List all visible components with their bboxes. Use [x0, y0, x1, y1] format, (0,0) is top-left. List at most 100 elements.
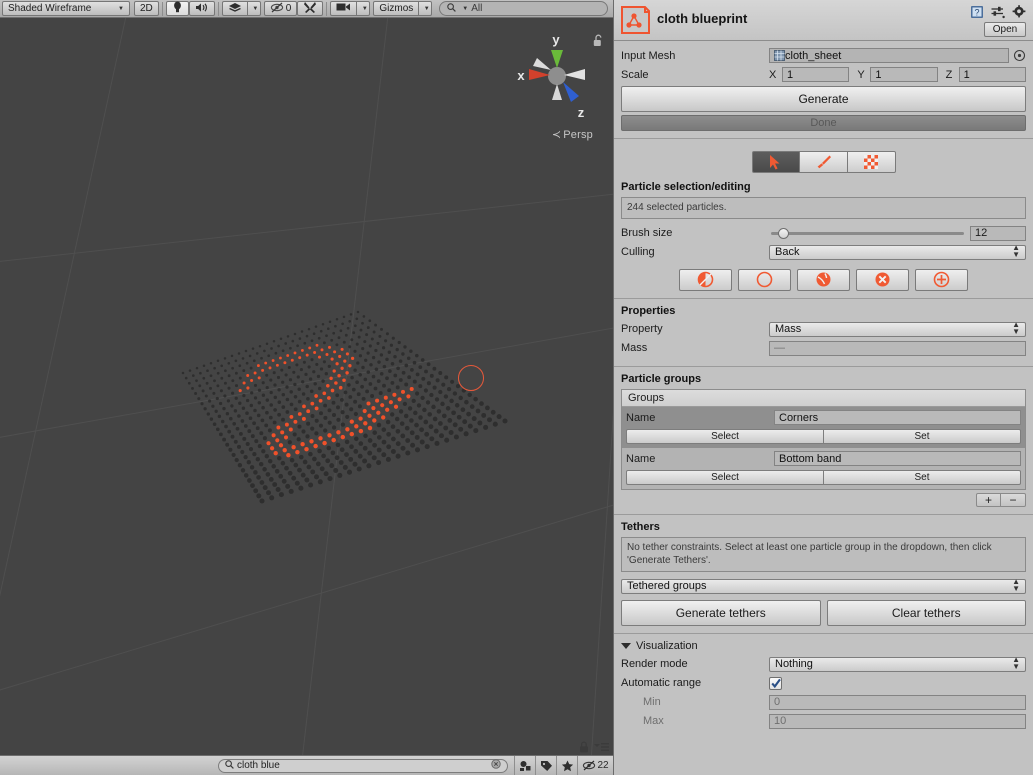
- scene-tools-button[interactable]: [297, 1, 324, 16]
- scene-camera-button[interactable]: [330, 1, 358, 16]
- max-field[interactable]: 10: [769, 713, 1026, 729]
- gizmos-group: Gizmos ▼: [373, 1, 433, 16]
- scene-search-input[interactable]: ▼ All: [439, 1, 608, 16]
- scene-viewport[interactable]: y x z ≺ Persp: [0, 18, 613, 755]
- culling-dropdown[interactable]: Back ▲ ▼: [769, 244, 1026, 260]
- group-name-row: Name Bottom band: [626, 451, 1021, 467]
- preset-icon[interactable]: [991, 6, 1005, 22]
- group-name-field[interactable]: Corners: [774, 410, 1021, 425]
- property-mode-button[interactable]: [847, 151, 896, 173]
- chevron-down-icon: ▼: [462, 5, 469, 12]
- input-mesh-field[interactable]: cloth_sheet: [769, 48, 1009, 63]
- tethered-groups-value: Tethered groups: [627, 580, 707, 592]
- camera-icon: [336, 2, 351, 15]
- min-field[interactable]: 0: [769, 694, 1026, 710]
- mass-value-field[interactable]: —: [769, 340, 1026, 356]
- effects-toggle-button[interactable]: [221, 1, 248, 16]
- remove-group-button[interactable]: −: [1001, 492, 1026, 507]
- axis-y-label: y: [552, 32, 560, 47]
- add-group-button[interactable]: +: [976, 492, 1001, 507]
- group-select-button[interactable]: Select: [626, 469, 824, 485]
- gear-icon[interactable]: [1012, 5, 1026, 22]
- brush-size-slider-handle[interactable]: [777, 227, 789, 239]
- property-mode-icon: [864, 155, 878, 169]
- culling-row: Culling Back ▲ ▼: [621, 244, 1026, 261]
- search-icon: [225, 759, 234, 772]
- clear-selection-button[interactable]: [738, 268, 791, 291]
- clear-tethers-button[interactable]: Clear tethers: [826, 599, 1026, 626]
- remove-particles-icon: [875, 272, 890, 287]
- select-mode-button[interactable]: [751, 151, 800, 173]
- cloth-particle-grid[interactable]: [0, 18, 613, 755]
- paint-mode-button[interactable]: [799, 151, 848, 173]
- group-select-button[interactable]: Select: [626, 428, 824, 444]
- gizmos-dropdown-button[interactable]: ▼: [419, 1, 433, 16]
- scale-x-field[interactable]: 1: [782, 67, 850, 82]
- generate-tethers-button[interactable]: Generate tethers: [621, 599, 821, 626]
- render-mode-dropdown[interactable]: Nothing ▲ ▼: [769, 656, 1026, 672]
- unlock-icon[interactable]: [593, 34, 604, 50]
- axis-x-label: x: [517, 68, 525, 83]
- brush-size-value-field[interactable]: 12: [970, 225, 1026, 241]
- effects-dropdown-button[interactable]: ▼: [247, 1, 261, 16]
- scale-y-field[interactable]: 1: [870, 67, 938, 82]
- automatic-range-label: Automatic range: [621, 677, 702, 689]
- hamburger-menu-icon[interactable]: [594, 742, 609, 755]
- remove-particles-button[interactable]: [856, 268, 909, 291]
- automatic-range-checkbox[interactable]: [769, 676, 782, 690]
- chevron-down-icon: ▼: [252, 5, 259, 12]
- scale-row: Scale X 1 Y 1 Z 1: [621, 66, 1026, 83]
- projection-arrow: ≺: [551, 129, 562, 141]
- tethered-groups-dropdown[interactable]: Tethered groups ▲ ▼: [621, 578, 1026, 594]
- project-search-value: cloth blue: [237, 760, 280, 771]
- scale-z-axis-label: Z: [945, 68, 953, 81]
- open-button[interactable]: Open: [984, 22, 1026, 37]
- lock-icon[interactable]: [579, 741, 589, 756]
- clear-circle-icon[interactable]: [491, 759, 501, 772]
- effects-icon: [228, 2, 242, 16]
- draw-mode-label: Shaded Wireframe: [8, 3, 92, 14]
- visualization-title: Visualization: [636, 639, 698, 652]
- toggle-2d-button[interactable]: 2D: [134, 1, 159, 16]
- group-set-button[interactable]: Set: [824, 428, 1021, 444]
- project-search-input[interactable]: cloth blue: [218, 758, 508, 773]
- generate-button[interactable]: Generate: [621, 86, 1026, 112]
- object-picker-icon[interactable]: [1013, 49, 1026, 62]
- objects-icon[interactable]: [514, 756, 535, 775]
- lighting-toggle-button[interactable]: [165, 1, 189, 16]
- group-row-bottom-band[interactable]: Name Bottom band Select Set: [622, 448, 1025, 489]
- help-book-icon[interactable]: ?: [970, 5, 984, 22]
- hidden-objects-button[interactable]: 0: [263, 1, 298, 16]
- fx-toggle-group: ▼: [221, 1, 261, 16]
- invert-selection-button[interactable]: [679, 268, 732, 291]
- property-value: Mass: [775, 323, 802, 335]
- select-all-button[interactable]: [797, 268, 850, 291]
- group-name-field[interactable]: Bottom band: [774, 451, 1021, 466]
- max-label: Max: [643, 715, 664, 727]
- gizmos-button[interactable]: Gizmos: [373, 1, 420, 16]
- visualization-foldout[interactable]: Visualization: [621, 640, 1026, 652]
- scale-label: Scale: [621, 68, 649, 81]
- brush-size-slider[interactable]: [771, 227, 964, 239]
- particle-groups-title: Particle groups: [621, 372, 702, 385]
- group-set-button[interactable]: Set: [824, 469, 1021, 485]
- toolbar-divider: [326, 1, 328, 16]
- camera-group: ▼: [330, 1, 371, 16]
- group-row-corners[interactable]: Name Corners Select Set: [622, 406, 1025, 448]
- camera-dropdown-button[interactable]: ▼: [357, 1, 371, 16]
- scene-axis-gizmo[interactable]: y x z: [509, 28, 605, 124]
- mesh-icon: [774, 50, 785, 61]
- scale-z-field[interactable]: 1: [958, 67, 1026, 82]
- selection-actions-row: [621, 268, 1026, 291]
- audio-toggle-button[interactable]: [188, 1, 215, 16]
- add-particles-button[interactable]: [915, 268, 968, 291]
- tag-icon[interactable]: [535, 756, 556, 775]
- projection-mode-label[interactable]: ≺ Persp: [552, 128, 593, 141]
- group-name-label: Name: [626, 411, 656, 424]
- star-icon[interactable]: [556, 756, 577, 775]
- draw-mode-dropdown[interactable]: Shaded Wireframe ▼: [2, 1, 130, 16]
- hidden-assets-counter[interactable]: 22: [577, 756, 613, 775]
- property-dropdown[interactable]: Mass ▲ ▼: [769, 321, 1026, 337]
- paint-mode-icon: [817, 155, 831, 169]
- scale-x-axis-label: X: [769, 68, 777, 81]
